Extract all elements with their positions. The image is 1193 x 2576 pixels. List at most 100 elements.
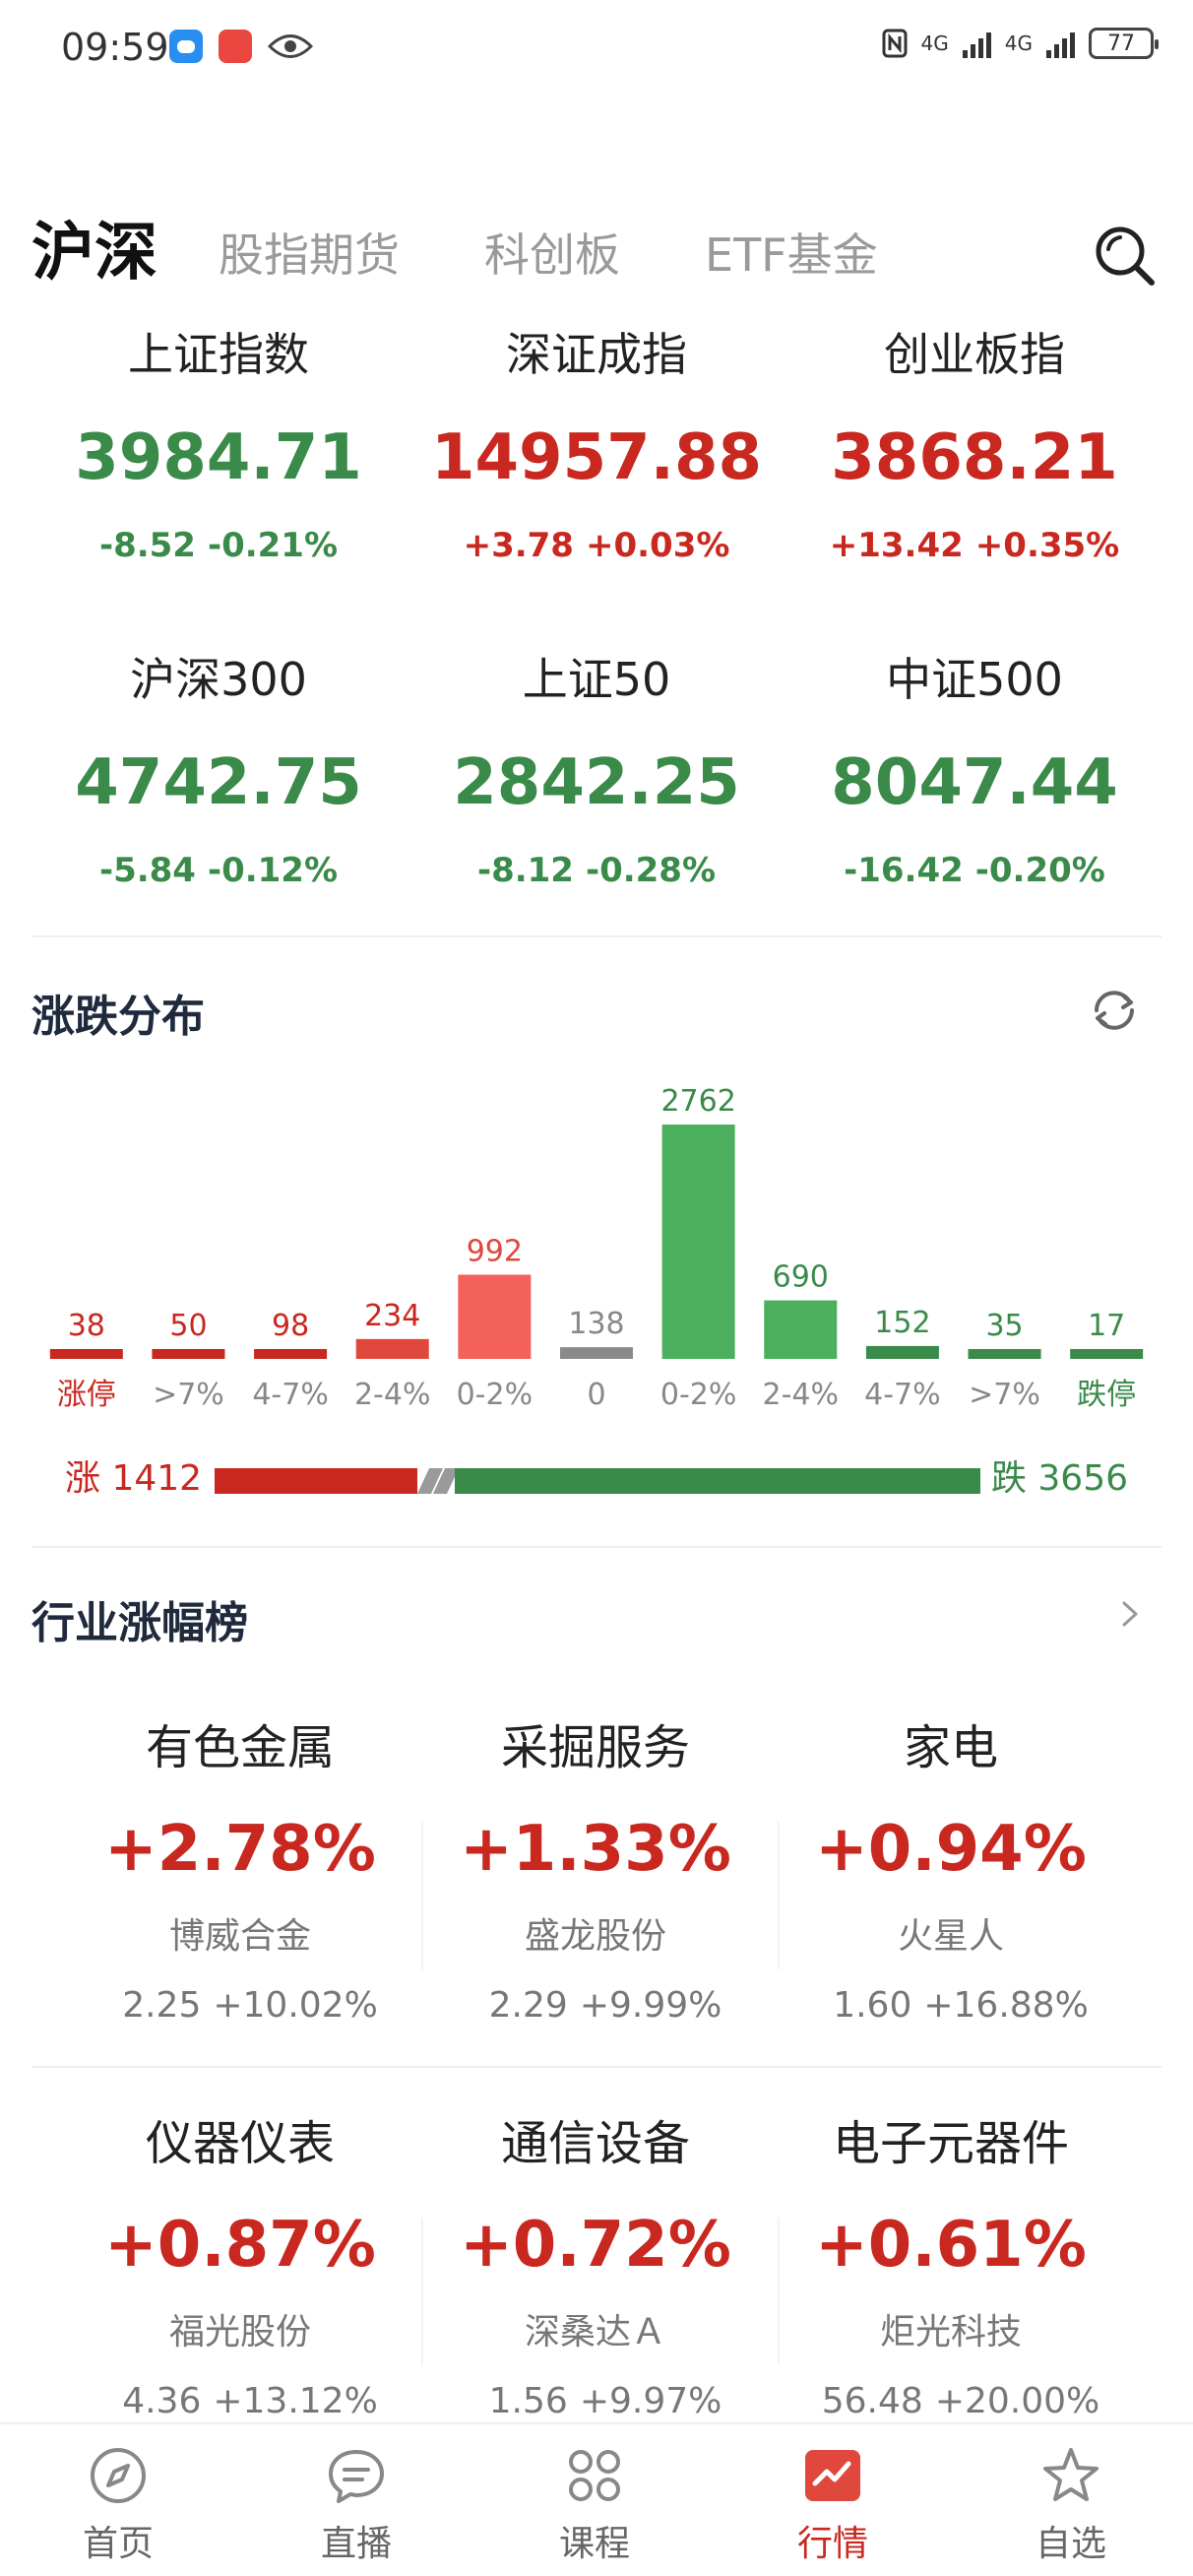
- dist-bar: [865, 1345, 939, 1359]
- chart-icon: [805, 2450, 860, 2501]
- stock-price: 4.36: [122, 2381, 202, 2421]
- nav-market[interactable]: 行情: [734, 2444, 931, 2566]
- index-card-sh[interactable]: 上证指数 3984.71 -8.52 -0.21%: [22, 325, 415, 565]
- index-change: +3.78 +0.03%: [400, 526, 793, 565]
- industry-change: +2.78%: [104, 1813, 376, 1886]
- index-card-cyb[interactable]: 创业板指 3868.21 +13.42 +0.35%: [778, 325, 1171, 565]
- dist-value-label: 234: [364, 1299, 420, 1333]
- dist-value-label: 690: [773, 1260, 829, 1295]
- status-bar: 09:59 4G 4G 77: [0, 0, 1193, 98]
- index-name: 上证指数: [128, 328, 309, 381]
- index-change-pct: -0.21%: [207, 526, 339, 565]
- nfc-icon: [882, 29, 908, 58]
- compass-icon: [91, 2448, 146, 2503]
- index-change-abs: -8.52: [98, 526, 196, 565]
- leading-stock-name: 火星人: [897, 1916, 1004, 1957]
- industry-card[interactable]: 仪器仪表 +0.87% 福光股份 4.36 +13.12%: [63, 2114, 417, 2423]
- stock-pct: +10.02%: [213, 1985, 378, 2026]
- industry-card[interactable]: 有色金属 +2.78% 博威合金 2.25 +10.02%: [63, 1718, 417, 2028]
- nav-watchlist[interactable]: 自选: [973, 2444, 1169, 2566]
- tab-etf[interactable]: ETF基金: [705, 220, 878, 285]
- refresh-icon[interactable]: [1087, 983, 1142, 1038]
- index-card-zz500[interactable]: 中证500 8047.44 -16.42 -0.20%: [778, 650, 1171, 890]
- down-ratio-fill: [455, 1468, 980, 1494]
- industry-name: 电子元器件: [832, 2116, 1069, 2171]
- tab-index-futures[interactable]: 股指期货: [219, 220, 400, 285]
- divider: [31, 2066, 1162, 2068]
- nav-home[interactable]: 首页: [20, 2444, 217, 2566]
- stock-price: 1.60: [833, 1985, 912, 2026]
- search-icon[interactable]: [1091, 222, 1158, 289]
- industry-title[interactable]: 行业涨幅榜: [31, 1587, 248, 1650]
- index-change: -8.52 -0.21%: [22, 526, 415, 565]
- stock-price: 2.25: [122, 1985, 202, 2026]
- dist-category-label: 0-2%: [457, 1378, 534, 1412]
- stock-price: 1.56: [488, 2381, 568, 2421]
- index-change-abs: +3.78: [463, 526, 574, 565]
- battery-level: 77: [1107, 31, 1135, 56]
- dist-bar: [254, 1349, 328, 1359]
- network-label-1: 4G: [920, 32, 949, 55]
- industry-card[interactable]: 家电 +0.94% 火星人 1.60 +16.88%: [774, 1718, 1128, 2028]
- index-value: 3984.71: [75, 421, 362, 494]
- index-card-hs300[interactable]: 沪深300 4742.75 -5.84 -0.12%: [22, 650, 415, 890]
- leading-stock-detail: 1.56 +9.97%: [418, 2380, 773, 2423]
- divider: [31, 1546, 1162, 1548]
- index-change-pct: -0.20%: [974, 851, 1105, 890]
- nav-course[interactable]: 课程: [496, 2444, 693, 2566]
- up-ratio-fill: [215, 1468, 418, 1494]
- market-tabs: 沪深 股指期货 科创板 ETF基金: [31, 202, 1163, 300]
- bottom-nav: 首页 直播 课程 行情 自选: [0, 2422, 1193, 2576]
- index-card-sz50[interactable]: 上证50 2842.25 -8.12 -0.28%: [400, 650, 793, 890]
- status-right: 4G 4G 77: [882, 28, 1159, 59]
- stock-pct: +16.88%: [923, 1985, 1089, 2026]
- status-time: 09:59: [61, 26, 169, 69]
- stock-pct: +13.12%: [213, 2381, 378, 2421]
- index-change-pct: -0.12%: [207, 851, 339, 890]
- index-value: 4742.75: [75, 746, 362, 819]
- nav-label: 自选: [1035, 2524, 1106, 2564]
- dist-category-label: 2-4%: [354, 1378, 431, 1412]
- index-card-sz[interactable]: 深证成指 14957.88 +3.78 +0.03%: [400, 325, 793, 565]
- dist-value-label: 17: [1088, 1309, 1125, 1343]
- leading-stock-detail: 1.60 +16.88%: [774, 1984, 1128, 2028]
- nav-label: 直播: [320, 2524, 392, 2564]
- dist-bar: [661, 1125, 735, 1359]
- up-count-label: 涨 1412: [65, 1458, 203, 1499]
- index-value: 2842.25: [453, 746, 740, 819]
- up-down-ratio-bar: 涨 1412 跌 3656: [65, 1457, 1128, 1501]
- distribution-chart: 38 涨停 50 >7% 98 4-7% 234 2-4% 992 0-2% 138 0 2762 0-2…: [49, 1084, 1144, 1412]
- stock-pct: +9.99%: [579, 1985, 722, 2026]
- industry-card[interactable]: 采掘服务 +1.33% 盛龙股份 2.29 +9.99%: [418, 1718, 773, 2028]
- nav-label: 行情: [796, 2524, 868, 2564]
- dist-bar: [458, 1274, 532, 1359]
- stock-pct: +20.00%: [934, 2381, 1100, 2421]
- signal-icon: [1046, 29, 1075, 58]
- red-app-icon: [219, 30, 252, 63]
- index-value: 14957.88: [430, 421, 763, 494]
- grid-icon: [569, 2450, 620, 2501]
- index-change-pct: -0.28%: [585, 851, 717, 890]
- nav-live[interactable]: 直播: [258, 2444, 455, 2566]
- industry-card[interactable]: 电子元器件 +0.61% 炬光科技 56.48 +20.00%: [774, 2114, 1128, 2423]
- dist-category-label: 跌停: [1077, 1378, 1136, 1412]
- chevron-right-icon[interactable]: [1114, 1599, 1144, 1629]
- dist-bar: [1070, 1349, 1144, 1359]
- index-name: 中证500: [886, 653, 1063, 706]
- industry-card[interactable]: 通信设备 +0.72% 深桑达Ａ 1.56 +9.97%: [418, 2114, 773, 2423]
- tab-star-market[interactable]: 科创板: [484, 220, 620, 285]
- dist-value-label: 2762: [660, 1084, 735, 1119]
- index-name: 深证成指: [506, 328, 687, 381]
- index-change-abs: -8.12: [476, 851, 574, 890]
- down-count-label: 跌 3656: [990, 1458, 1128, 1499]
- dist-value-label: 35: [985, 1309, 1023, 1343]
- tab-hushen[interactable]: 沪深: [31, 202, 157, 292]
- leading-stock-name: 炬光科技: [879, 2312, 1022, 2352]
- stock-price: 2.29: [488, 1985, 568, 2026]
- dist-bar: [355, 1338, 429, 1359]
- dist-value-label: 138: [568, 1307, 624, 1341]
- dist-value-label: 992: [467, 1235, 523, 1269]
- nav-label: 课程: [558, 2524, 630, 2564]
- status-app-icons: [169, 30, 313, 63]
- dist-value-label: 38: [68, 1309, 105, 1343]
